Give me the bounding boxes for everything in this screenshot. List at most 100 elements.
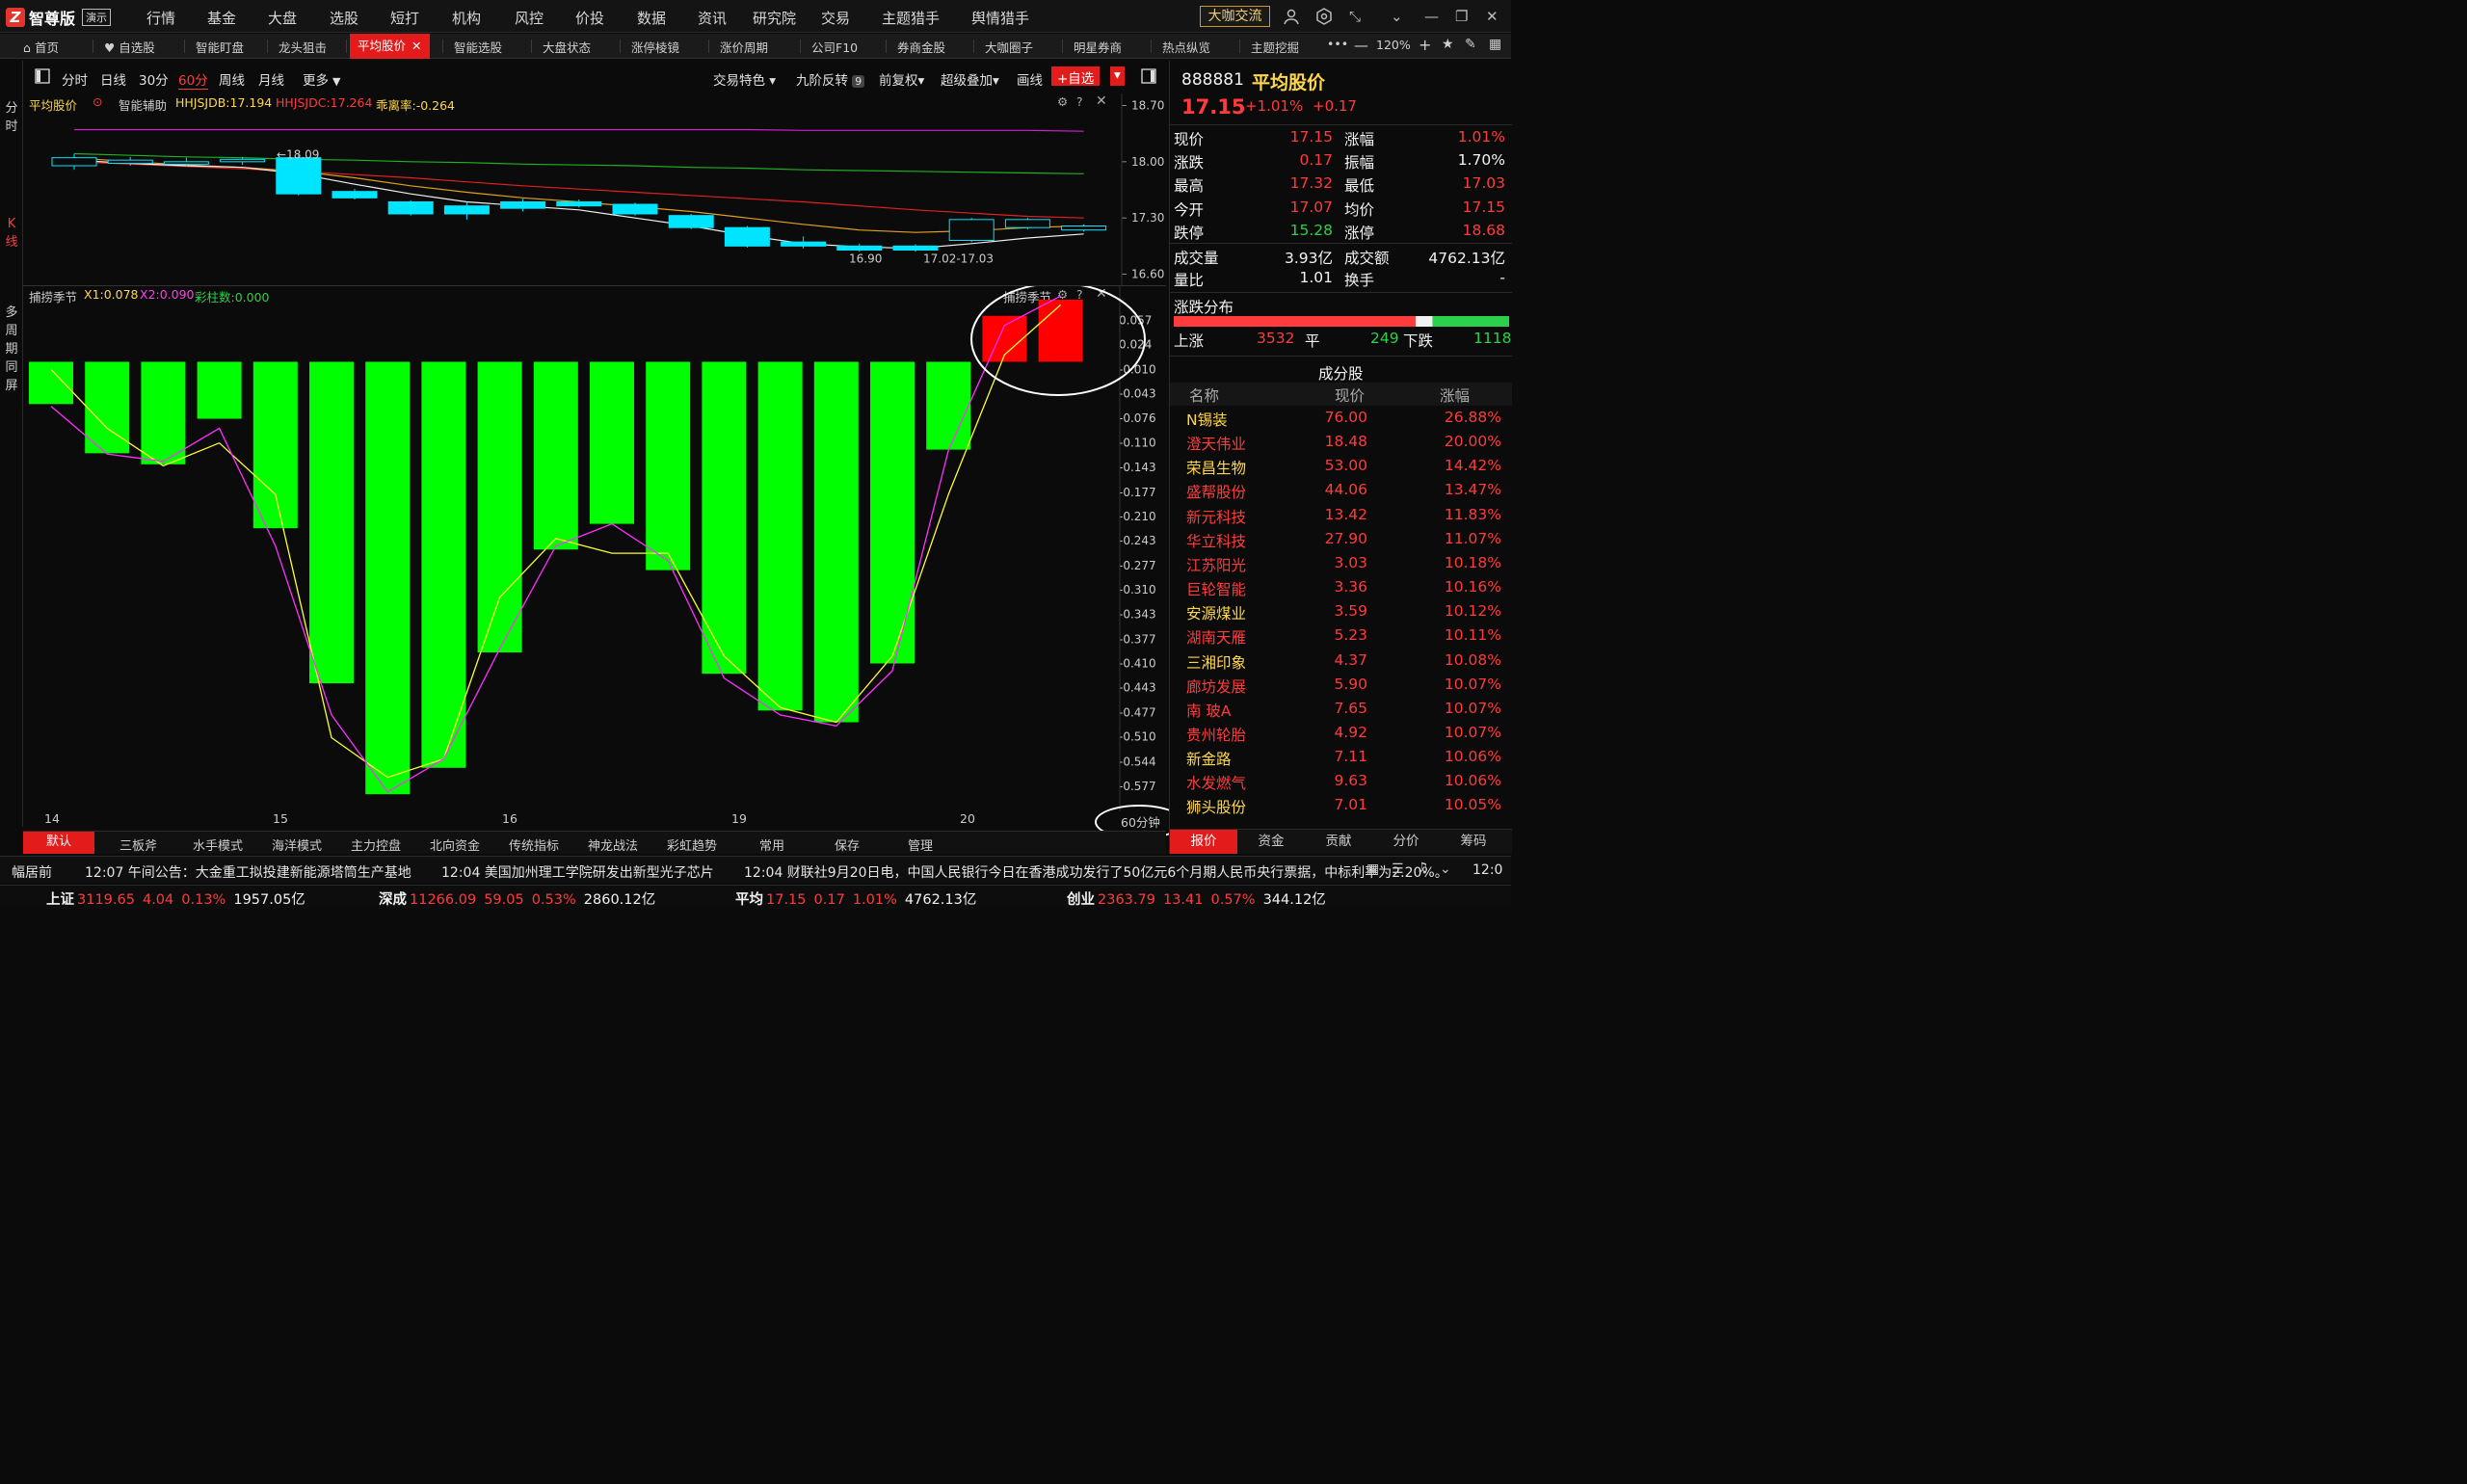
kline-candle[interactable] [724,226,770,247]
kline-candle[interactable] [892,245,939,251]
tab-11[interactable]: 大咖圈子 [985,38,1033,56]
indicator-bar[interactable] [533,361,578,550]
right-tab-3[interactable]: 分价 [1372,830,1440,854]
header-price[interactable]: 现价 [1335,384,1365,406]
kline-candle[interactable] [781,241,827,247]
indicator-tab-2[interactable]: 水手模式 [193,835,243,854]
user-icon[interactable] [1283,8,1300,29]
component-row[interactable]: 江苏阳光 3.03 10.18% [1170,554,1512,578]
tab-6[interactable]: 大盘状态 [543,38,591,56]
index-3[interactable]: 创业 2363.79 13.41 0.57% 344.12亿 [1067,888,1326,909]
kline-candle[interactable] [668,215,714,228]
kline-candle[interactable] [612,203,658,215]
close-icon[interactable]: ✕ [1486,8,1499,25]
watchlist-dropdown-icon[interactable]: ▾ [1110,66,1125,86]
right-tab-1[interactable]: 资金 [1237,830,1305,854]
component-row[interactable]: 水发燃气 9.63 10.06% [1170,772,1512,796]
panel-toggle-icon[interactable] [1141,68,1156,88]
index-0[interactable]: 上证 3119.65 4.04 0.13% 1957.05亿 [46,888,305,909]
tab-9[interactable]: 公司F10 [811,38,858,56]
top-menu-6[interactable]: 风控 [515,8,544,28]
indicator-bar[interactable] [1038,300,1083,362]
kline-candle[interactable] [51,157,97,167]
period-0[interactable]: 分时 [60,69,88,89]
zoom-out-icon[interactable]: — [1354,37,1368,54]
add-watchlist-button[interactable]: +自选 [1051,66,1101,87]
header-name[interactable]: 名称 [1189,384,1219,406]
tab-5[interactable]: 智能选股 [454,38,502,56]
indicator-tab-9[interactable]: 常用 [759,835,784,854]
kline-candle[interactable] [220,158,266,163]
draw-line-button[interactable]: 画线 [1017,69,1043,89]
indicator-bar[interactable] [926,361,971,450]
grid-icon[interactable]: ▦ [1489,37,1501,52]
indicator-tab-6[interactable]: 传统指标 [509,835,559,854]
top-menu-9[interactable]: 资讯 [698,8,727,28]
top-menu-5[interactable]: 机构 [452,8,481,28]
tab-14[interactable]: 主题挖掘 [1251,38,1299,56]
top-menu-1[interactable]: 基金 [207,8,236,28]
overlay-dropdown[interactable]: 超级叠加▾ [941,69,999,89]
right-tab-2[interactable]: 贡献 [1305,830,1372,854]
top-menu-11[interactable]: 交易 [821,8,850,28]
component-row[interactable]: 盛帮股份 44.06 13.47% [1170,481,1512,505]
top-menu-8[interactable]: 数据 [637,8,666,28]
news-item[interactable]: 12:07 午间公告：大金重工拟投建新能源塔筒生产基地 [85,862,411,882]
chevron-down-icon[interactable]: ⌄ [1391,8,1403,25]
period-badge[interactable]: 60分钟 [1121,812,1160,831]
component-row[interactable]: 南 玻A 7.65 10.07% [1170,700,1512,724]
top-menu-12[interactable]: 主题猎手 [882,8,940,28]
calendar-icon[interactable]: ▦ [1366,861,1379,877]
tab-0[interactable]: ⌂ 首页 [23,38,59,56]
kline-candle[interactable] [500,201,546,209]
top-menu-4[interactable]: 短打 [390,8,419,28]
kline-label[interactable]: K线 [5,215,18,252]
tab-4[interactable]: 平均股价 ✕ [350,34,430,59]
component-row[interactable]: 三湘印象 4.37 10.08% [1170,651,1512,676]
indicator-bar[interactable] [252,361,298,529]
indicator-tab-0[interactable]: 默认 [23,832,95,854]
indicator-bar[interactable] [870,361,915,664]
indicator-tab-8[interactable]: 彩虹趋势 [667,835,717,854]
top-menu-3[interactable]: 选股 [330,8,358,28]
indicator-bar[interactable] [757,361,803,711]
app-logo[interactable]: Z 智尊版 演示 [6,6,112,29]
indicator-bar[interactable] [421,361,466,768]
right-tab-0[interactable]: 报价 [1170,830,1237,854]
notes-icon[interactable]: ☰ [1392,861,1404,877]
indicator-bar[interactable] [646,361,691,570]
zoom-in-icon[interactable]: + [1419,36,1431,54]
adjust-dropdown[interactable]: 前复权▾ [879,69,924,89]
top-menu-10[interactable]: 研究院 [753,8,796,28]
kline-candle[interactable] [276,157,322,195]
indicator-bar[interactable] [590,361,634,524]
bell-icon[interactable]: ♫ [1417,861,1429,876]
period-4[interactable]: 周线 [219,69,245,89]
more-tabs-icon[interactable]: ••• [1327,37,1348,51]
kline-candle[interactable] [948,219,995,241]
daka-exchange-button[interactable]: 大咖交流 [1200,6,1270,27]
tab-8[interactable]: 涨价周期 [720,38,768,56]
indicator-tab-3[interactable]: 海洋模式 [272,835,322,854]
indicator-bar[interactable] [309,361,354,684]
restore-icon[interactable]: ❐ [1455,8,1468,25]
component-row[interactable]: 澄天伟业 18.48 20.00% [1170,433,1512,457]
component-row[interactable]: 华立科技 27.90 11.07% [1170,530,1512,554]
period-3[interactable]: 60分 [178,69,208,90]
index-2[interactable]: 平均 17.15 0.17 1.01% 4762.13亿 [735,888,976,909]
period-2[interactable]: 30分 [139,69,169,89]
indicator-chart[interactable]: 0.0570.024-0.010-0.043-0.076-0.110-0.143… [23,286,1166,811]
component-row[interactable]: 新元科技 13.42 11.83% [1170,506,1512,530]
indicator-tab-4[interactable]: 主力控盘 [351,835,401,854]
component-row[interactable]: 湖南天雁 5.23 10.11% [1170,626,1512,650]
top-menu-7[interactable]: 价投 [575,8,604,28]
tab-2[interactable]: 智能盯盘 [196,38,244,56]
kline-candle[interactable] [1061,225,1107,231]
trade-feature-dropdown[interactable]: 交易特色 ▾ [713,69,776,89]
sidebar-toggle-icon[interactable] [35,68,50,88]
indicator-bar[interactable] [197,361,242,419]
tab-1[interactable]: ♥ 自选股 [104,38,155,56]
settings-icon[interactable] [1315,8,1333,29]
top-menu-0[interactable]: 行情 [146,8,175,28]
indicator-tab-11[interactable]: 管理 [908,835,933,854]
